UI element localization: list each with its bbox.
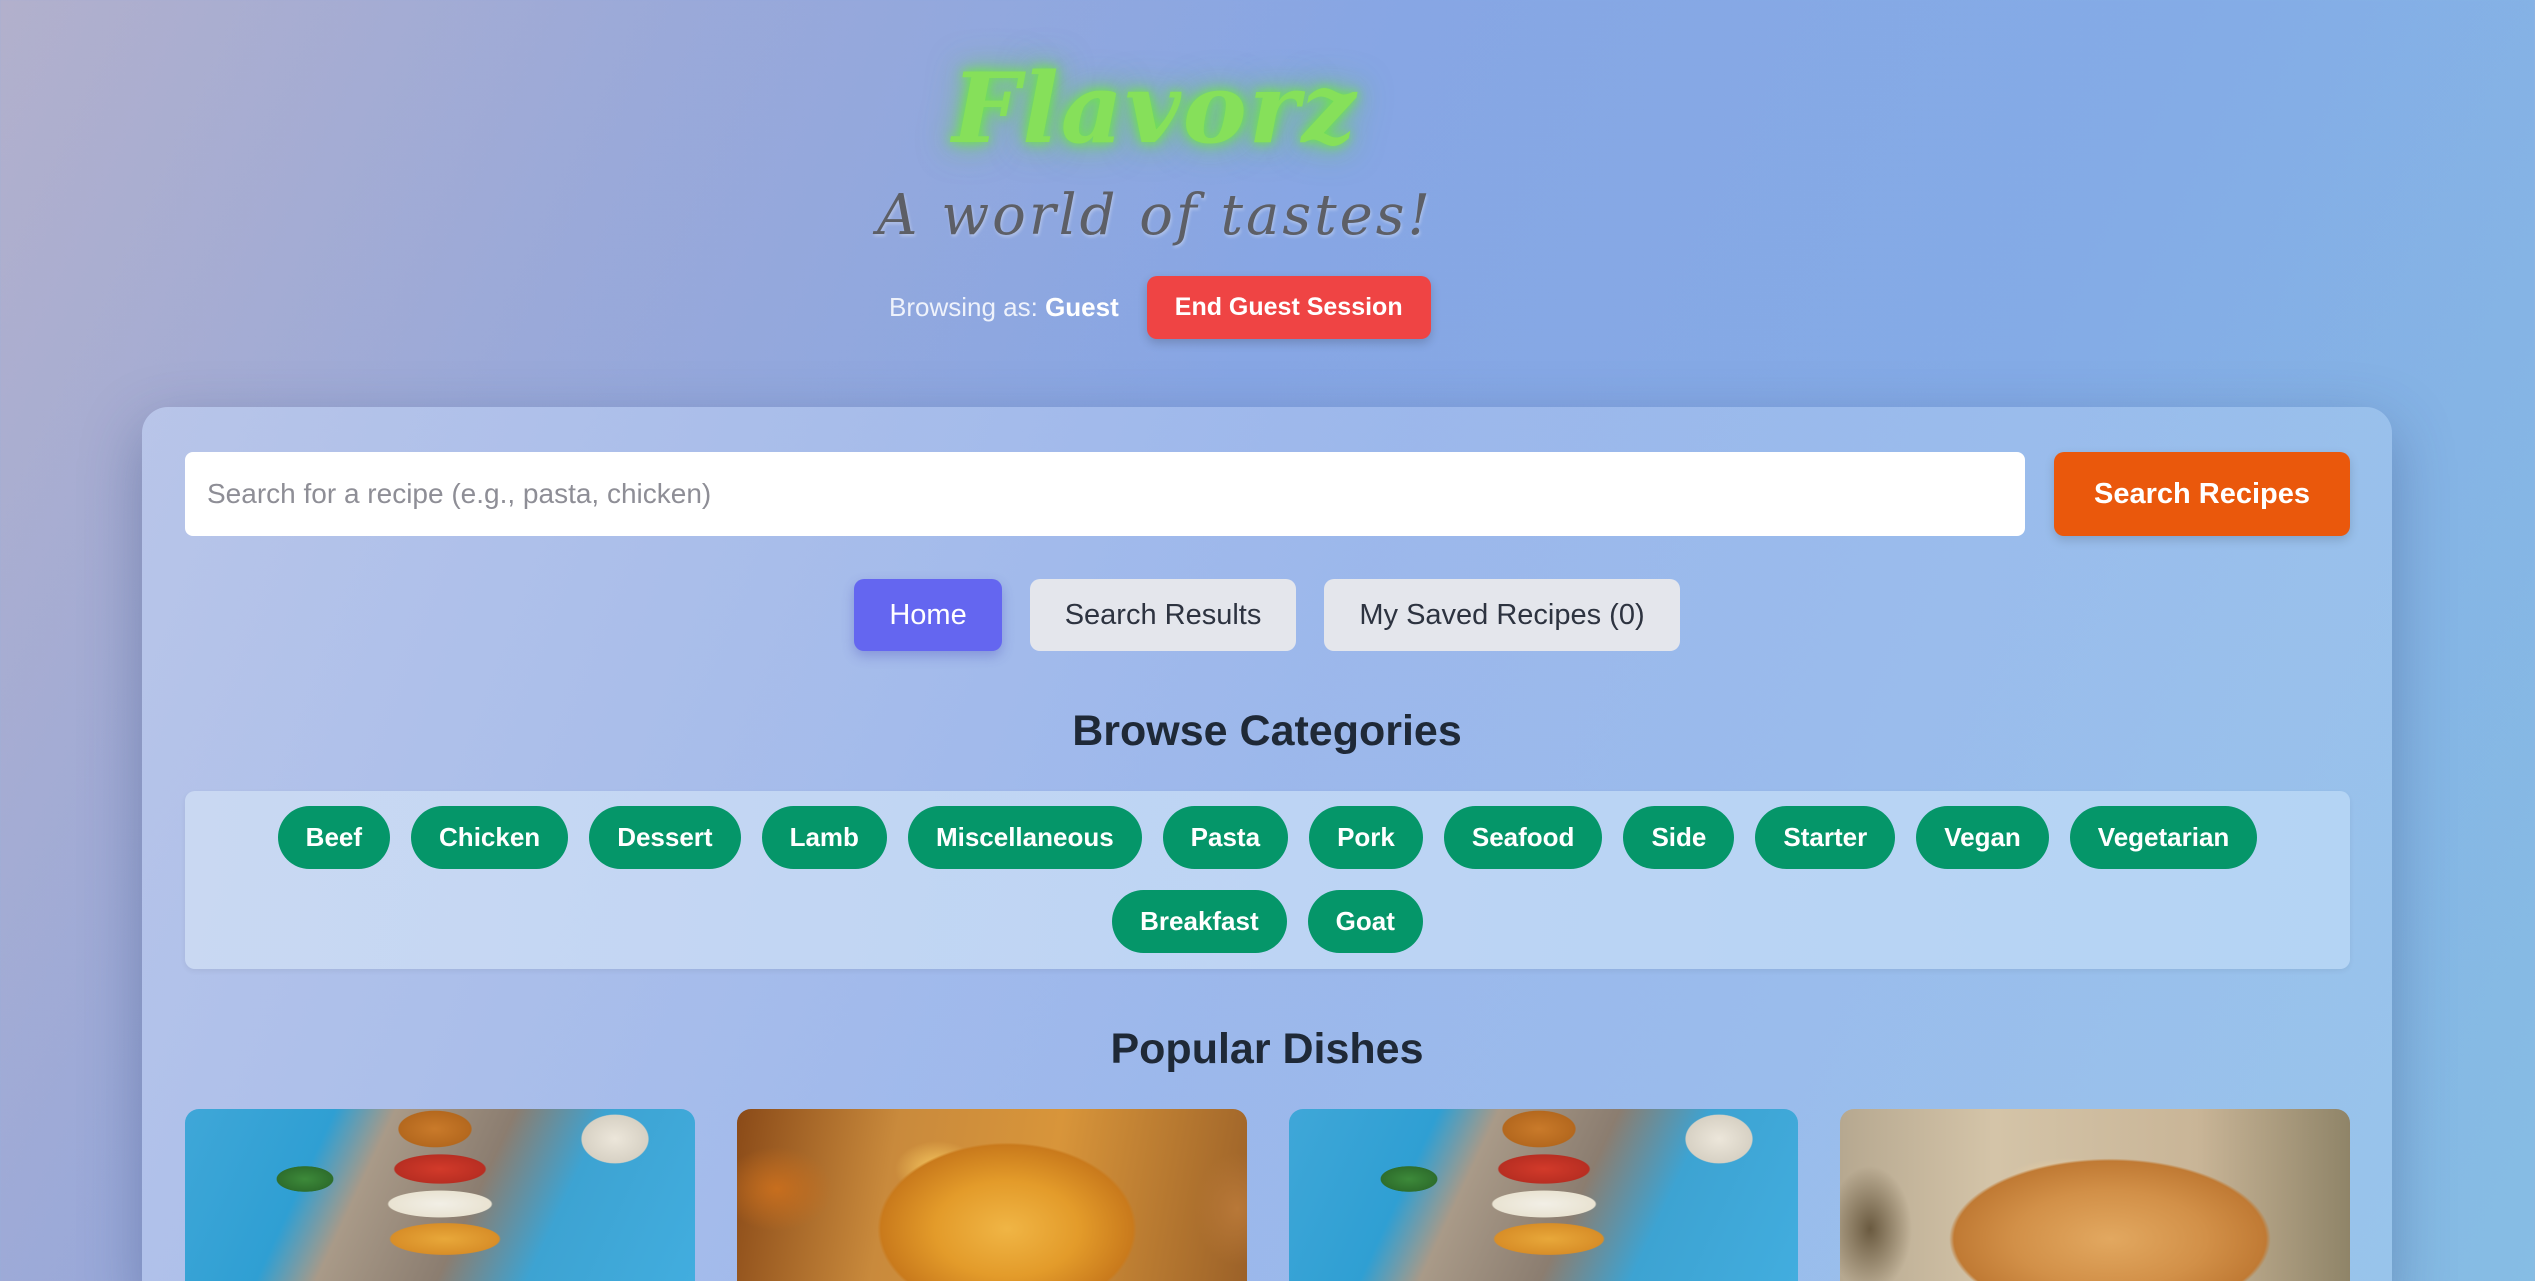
categories-row-2: Breakfast Goat (185, 890, 2350, 953)
search-input[interactable] (185, 452, 2025, 536)
category-pill-vegetarian[interactable]: Vegetarian (2069, 806, 2258, 869)
burger-image (185, 1109, 695, 1281)
category-pill-pasta[interactable]: Pasta (1162, 806, 1289, 869)
app-tagline: A world of tastes! (877, 183, 1433, 248)
category-pill-lamb[interactable]: Lamb (761, 806, 887, 869)
categories-panel: Beef Chicken Dessert Lamb Miscellaneous … (185, 791, 2350, 969)
page-header: Flavorz A world of tastes! Browsing as: … (0, 0, 2535, 380)
category-pill-seafood[interactable]: Seafood (1443, 806, 1603, 869)
browsing-user: Guest (1045, 292, 1119, 322)
dish-card[interactable] (1288, 1109, 1799, 1281)
dish-card[interactable] (185, 1109, 695, 1281)
browsing-status: Browsing as: Guest (889, 292, 1119, 323)
category-pill-pork[interactable]: Pork (1309, 806, 1423, 869)
category-pill-goat[interactable]: Goat (1307, 890, 1423, 953)
pie-image (736, 1109, 1247, 1281)
popular-dishes-heading: Popular Dishes (1110, 1025, 1424, 1073)
category-pill-beef[interactable]: Beef (277, 806, 391, 869)
dish-card[interactable] (736, 1109, 1247, 1281)
search-recipes-button[interactable]: Search Recipes (2054, 452, 2350, 536)
category-pill-chicken[interactable]: Chicken (411, 806, 569, 869)
category-pill-miscellaneous[interactable]: Miscellaneous (907, 806, 1142, 869)
app-logo: Flavorz (952, 52, 1358, 165)
main-panel: Search Recipes Home Search Results My Sa… (142, 407, 2392, 1281)
category-pill-dessert[interactable]: Dessert (589, 806, 741, 869)
category-pill-vegan[interactable]: Vegan (1916, 806, 2049, 869)
tab-search-results[interactable]: Search Results (1029, 579, 1297, 651)
category-pill-breakfast[interactable]: Breakfast (1112, 890, 1287, 953)
category-pill-starter[interactable]: Starter (1755, 806, 1896, 869)
popular-dishes-grid (185, 1109, 2350, 1281)
session-bar: Browsing as: Guest End Guest Session (889, 276, 1431, 339)
dish-card[interactable] (1840, 1109, 2350, 1281)
tab-home[interactable]: Home (854, 579, 1002, 651)
tab-saved-recipes[interactable]: My Saved Recipes (0) (1324, 579, 1680, 651)
categories-heading: Browse Categories (1072, 707, 1462, 755)
sandwich-image (1840, 1109, 2350, 1281)
category-pill-side[interactable]: Side (1623, 806, 1735, 869)
browsing-label: Browsing as: (889, 292, 1038, 322)
burger-image (1288, 1109, 1799, 1281)
categories-row-1: Beef Chicken Dessert Lamb Miscellaneous … (185, 806, 2350, 869)
view-tabs: Home Search Results My Saved Recipes (0) (142, 579, 2392, 651)
end-guest-session-button[interactable]: End Guest Session (1146, 276, 1431, 339)
